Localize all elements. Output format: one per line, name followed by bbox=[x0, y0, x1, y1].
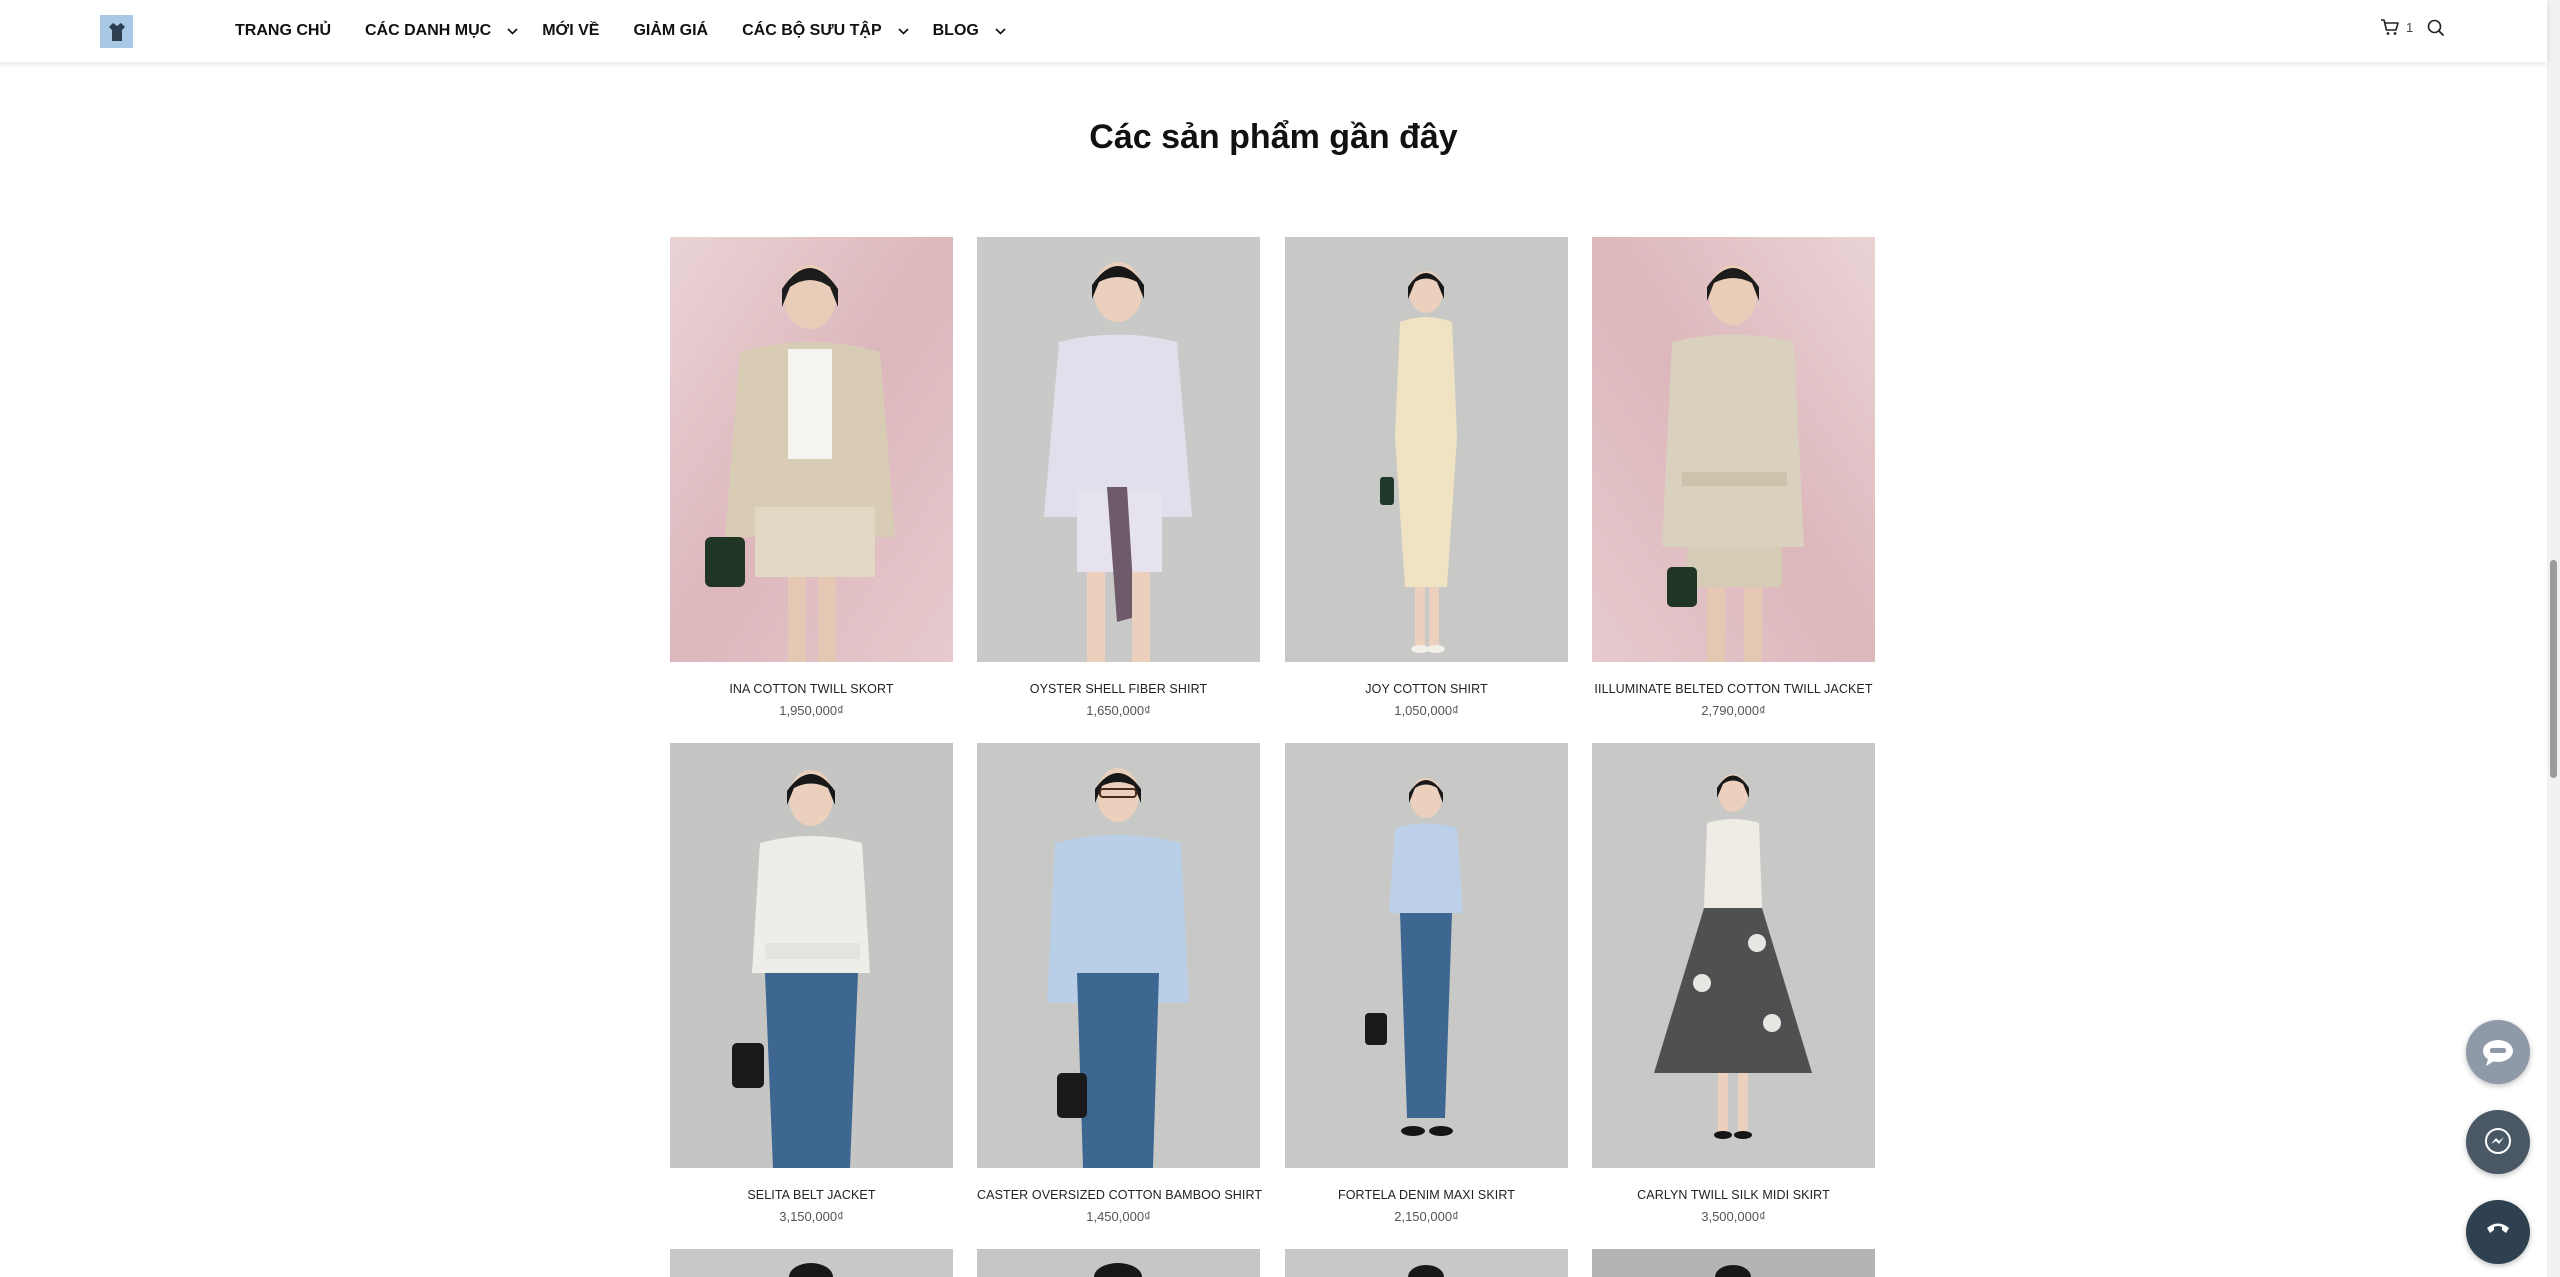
product-card[interactable] bbox=[977, 1249, 1260, 1277]
zalo-chat-button[interactable] bbox=[2466, 1020, 2530, 1084]
phone-icon bbox=[2487, 1223, 2509, 1233]
cart-button[interactable]: 1 bbox=[2380, 18, 2413, 36]
product-price: 1,650,000₫ bbox=[1086, 703, 1151, 718]
product-name[interactable]: IILLUMINATE BELTED COTTON TWILL JACKET bbox=[1592, 682, 1875, 696]
product-card[interactable] bbox=[1285, 1249, 1568, 1277]
product-card[interactable]: OYSTER SHELL FIBER SHIRT 1,650,000₫ bbox=[977, 237, 1260, 718]
search-button[interactable] bbox=[2427, 19, 2445, 42]
product-image[interactable] bbox=[1592, 237, 1875, 662]
messenger-button[interactable] bbox=[2466, 1110, 2530, 1174]
nav-item-blog[interactable]: BLOG bbox=[933, 22, 1006, 40]
product-name[interactable]: JOY COTTON SHIRT bbox=[1285, 682, 1568, 696]
product-name[interactable]: OYSTER SHELL FIBER SHIRT bbox=[977, 682, 1260, 696]
product-name[interactable]: CARLYN TWILL SILK MIDI SKIRT bbox=[1592, 1188, 1875, 1202]
chevron-down-icon[interactable] bbox=[995, 27, 1006, 35]
product-name[interactable]: FORTELA DENIM MAXI SKIRT bbox=[1285, 1188, 1568, 1202]
product-image[interactable] bbox=[977, 743, 1260, 1168]
product-card[interactable]: SELITA BELT JACKET 3,150,000₫ bbox=[670, 743, 953, 1224]
product-name[interactable]: SELITA BELT JACKET bbox=[670, 1188, 953, 1202]
product-price: 3,500,000₫ bbox=[1701, 1209, 1766, 1224]
zalo-chat-icon bbox=[2483, 1040, 2513, 1066]
nav-item-sale[interactable]: GIẢM GIÁ bbox=[633, 22, 708, 40]
product-image[interactable] bbox=[1592, 1249, 1875, 1277]
page-scrollbar[interactable] bbox=[2547, 0, 2560, 1277]
nav-item-label: MỚI VỀ bbox=[542, 22, 600, 39]
product-image[interactable] bbox=[670, 743, 953, 1168]
product-image[interactable] bbox=[1285, 1249, 1568, 1277]
site-logo[interactable] bbox=[100, 15, 133, 48]
nav-item-label: CÁC BỘ SƯU TẬP bbox=[742, 22, 882, 39]
cart-icon bbox=[2381, 19, 2399, 35]
product-name[interactable]: INA COTTON TWILL SKORT bbox=[670, 682, 953, 696]
nav-item-new-arrivals[interactable]: MỚI VỀ bbox=[542, 22, 599, 40]
product-image[interactable] bbox=[1285, 743, 1568, 1168]
nav-item-label: CÁC DANH MỤC bbox=[365, 22, 492, 39]
product-image[interactable] bbox=[670, 237, 953, 662]
product-card[interactable]: FORTELA DENIM MAXI SKIRT 2,150,000₫ bbox=[1285, 743, 1568, 1224]
product-image[interactable] bbox=[977, 237, 1260, 662]
product-price: 2,150,000₫ bbox=[1394, 1209, 1459, 1224]
product-card[interactable]: JOY COTTON SHIRT 1,050,000₫ bbox=[1285, 237, 1568, 718]
product-image[interactable] bbox=[1285, 237, 1568, 662]
product-price: 1,950,000₫ bbox=[779, 703, 844, 718]
product-card[interactable]: CASTER OVERSIZED COTTON BAMBOO SHIRT 1,4… bbox=[977, 743, 1262, 1224]
nav-item-home[interactable]: TRANG CHỦ bbox=[235, 22, 331, 40]
phone-button[interactable] bbox=[2466, 1200, 2530, 1264]
nav-item-label: BLOG bbox=[932, 22, 979, 39]
scrollbar-thumb[interactable] bbox=[2550, 560, 2557, 778]
product-card[interactable] bbox=[1592, 1249, 1875, 1277]
main-nav: TRANG CHỦ CÁC DANH MỤC MỚI VỀ GIẢM GIÁ C… bbox=[235, 0, 1006, 62]
nav-item-label: GIẢM GIÁ bbox=[633, 22, 709, 39]
nav-item-collections[interactable]: CÁC BỘ SƯU TẬP bbox=[742, 22, 909, 40]
section-title: Các sản phẩm gần đây bbox=[1089, 118, 1458, 156]
site-header: TRANG CHỦ CÁC DANH MỤC MỚI VỀ GIẢM GIÁ C… bbox=[0, 0, 2547, 62]
product-price: 2,790,000₫ bbox=[1701, 703, 1766, 718]
product-price: 1,450,000₫ bbox=[1086, 1209, 1151, 1224]
product-price: 1,050,000₫ bbox=[1394, 703, 1459, 718]
chevron-down-icon[interactable] bbox=[507, 27, 518, 35]
cart-count: 1 bbox=[2406, 19, 2414, 35]
nav-item-categories[interactable]: CÁC DANH MỤC bbox=[365, 22, 518, 40]
messenger-icon bbox=[2485, 1128, 2511, 1154]
product-image[interactable] bbox=[977, 1249, 1260, 1277]
product-price: 3,150,000₫ bbox=[779, 1209, 844, 1224]
product-card[interactable]: IILLUMINATE BELTED COTTON TWILL JACKET 2… bbox=[1592, 237, 1875, 718]
product-image[interactable] bbox=[670, 1249, 953, 1277]
shirt-logo-icon bbox=[108, 22, 125, 41]
product-image[interactable] bbox=[1592, 743, 1875, 1168]
product-card[interactable] bbox=[670, 1249, 953, 1277]
product-name[interactable]: CASTER OVERSIZED COTTON BAMBOO SHIRT bbox=[977, 1188, 1262, 1202]
search-icon bbox=[2427, 19, 2445, 37]
product-card[interactable]: CARLYN TWILL SILK MIDI SKIRT 3,500,000₫ bbox=[1592, 743, 1875, 1224]
chevron-down-icon[interactable] bbox=[898, 27, 909, 35]
product-card[interactable]: INA COTTON TWILL SKORT 1,950,000₫ bbox=[670, 237, 953, 718]
nav-item-label: TRANG CHỦ bbox=[235, 22, 331, 39]
